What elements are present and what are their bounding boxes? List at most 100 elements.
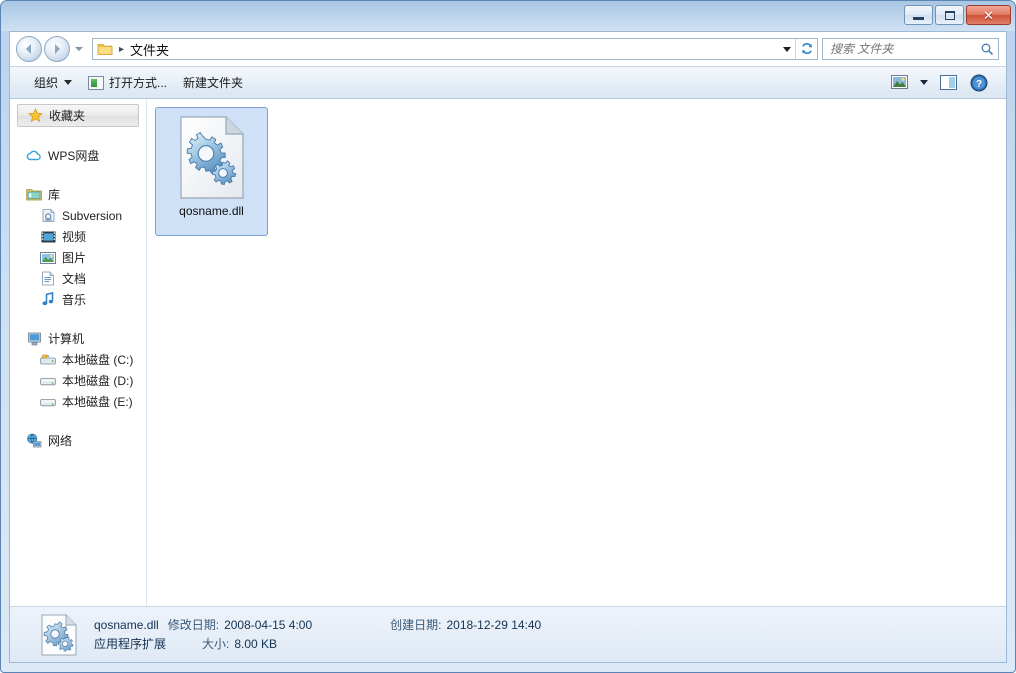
status-file-icon [40, 614, 78, 656]
address-bar-row: ▸ 文件夹 [10, 32, 1006, 66]
close-button[interactable]: ✕ [966, 5, 1011, 25]
sidebar-item-computer[interactable]: 计算机 [10, 328, 146, 349]
minimize-icon [913, 16, 924, 20]
file-list-pane[interactable]: qosname.dll [147, 99, 1006, 606]
forward-button[interactable] [44, 36, 70, 62]
search-input[interactable] [823, 42, 976, 56]
open-with-icon [88, 75, 105, 90]
maximize-button[interactable] [935, 5, 964, 25]
sidebar-label-videos: 视频 [62, 230, 87, 244]
sidebar-label-pictures: 图片 [62, 251, 87, 265]
toolbar: 组织 打开方式... 新建文件夹 ? [10, 66, 1006, 99]
sidebar-item-wps-cloud[interactable]: WPS网盘 [10, 145, 146, 166]
status-bar: qosname.dll 修改日期: 2008-04-15 4:00 创建日期: … [10, 606, 1006, 662]
maximize-icon [944, 10, 955, 20]
sidebar-item-drive-d[interactable]: 本地磁盘 (D:) [10, 370, 146, 391]
status-created-label: 创建日期: [390, 617, 442, 632]
dll-gear-icon [178, 116, 246, 200]
subversion-icon [40, 208, 56, 224]
sidebar-item-libraries[interactable]: 库 [10, 184, 146, 205]
back-button[interactable] [16, 36, 42, 62]
search-box[interactable] [822, 38, 999, 60]
close-icon: ✕ [983, 7, 994, 23]
status-file-type: 应用程序扩展 [94, 636, 167, 651]
sidebar-item-pictures[interactable]: 图片 [10, 247, 146, 268]
breadcrumb-separator: ▸ [119, 43, 125, 55]
change-view-button[interactable] [886, 71, 913, 95]
back-arrow-icon [26, 44, 31, 54]
toolbar-right-group: ? [886, 71, 993, 95]
new-folder-button[interactable]: 新建文件夹 [175, 71, 251, 95]
preview-pane-icon [940, 74, 957, 90]
address-dropdown-button[interactable] [778, 39, 795, 59]
nav-spacer-4 [10, 412, 146, 430]
help-icon: ? [970, 74, 988, 91]
folder-icon [97, 42, 113, 56]
sidebar-item-network[interactable]: 网络 [10, 430, 146, 451]
sidebar-label-drive-e: 本地磁盘 (E:) [62, 395, 133, 409]
refresh-icon [801, 43, 812, 55]
status-modified-value: 2008-04-15 4:00 [224, 617, 313, 632]
sidebar-label-libraries: 库 [48, 188, 61, 202]
search-icon[interactable] [976, 42, 998, 56]
pictures-icon [40, 250, 56, 266]
sidebar-label-wps-cloud: WPS网盘 [48, 149, 100, 163]
status-created-value: 2018-12-29 14:40 [446, 617, 542, 632]
file-item[interactable]: qosname.dll [155, 107, 268, 236]
refresh-button[interactable] [795, 39, 817, 59]
sidebar-label-favorites: 收藏夹 [49, 109, 86, 123]
status-size-value: 8.00 KB [234, 636, 278, 651]
new-folder-label: 新建文件夹 [183, 76, 244, 90]
minimize-button[interactable] [904, 5, 933, 25]
sidebar-item-music[interactable]: 音乐 [10, 289, 146, 310]
sidebar-item-drive-c[interactable]: 本地磁盘 (C:) [10, 349, 146, 370]
system-drive-icon [40, 352, 56, 368]
navigation-buttons [16, 36, 83, 62]
computer-icon [26, 331, 42, 347]
sidebar-item-subversion[interactable]: Subversion [10, 205, 146, 226]
organize-label: 组织 [34, 76, 59, 90]
navigation-pane[interactable]: 收藏夹 WPS网盘 库 Subversion 视频 图片 文档 音乐 计算机 本… [10, 99, 147, 606]
sidebar-item-drive-e[interactable]: 本地磁盘 (E:) [10, 391, 146, 412]
status-details: qosname.dll 修改日期: 2008-04-15 4:00 创建日期: … [94, 616, 541, 654]
sidebar-item-videos[interactable]: 视频 [10, 226, 146, 247]
view-dropdown-button[interactable] [920, 80, 928, 85]
main-body: 收藏夹 WPS网盘 库 Subversion 视频 图片 文档 音乐 计算机 本… [10, 99, 1006, 606]
nav-spacer-3 [10, 310, 146, 328]
sidebar-label-computer: 计算机 [48, 332, 85, 346]
sidebar-label-music: 音乐 [62, 293, 87, 307]
sidebar-label-subversion: Subversion [62, 208, 123, 223]
drive-icon [40, 373, 56, 389]
nav-spacer-1 [10, 127, 146, 145]
sidebar-label-documents: 文档 [62, 272, 87, 286]
sidebar-label-drive-c: 本地磁盘 (C:) [62, 353, 134, 367]
music-icon [40, 292, 56, 308]
video-icon [40, 229, 56, 245]
open-with-button[interactable]: 打开方式... [80, 71, 175, 95]
status-size-label: 大小: [202, 636, 230, 651]
address-bar[interactable]: ▸ 文件夹 [92, 38, 818, 60]
breadcrumb-path[interactable]: 文件夹 [130, 40, 169, 59]
organize-button[interactable]: 组织 [26, 71, 80, 95]
drive-icon [40, 394, 56, 410]
cloud-icon [26, 148, 42, 164]
network-icon [26, 433, 42, 449]
window-inner-frame: ▸ 文件夹 搜索 文件夹 组织 打开方式... 新建文件夹 ? 收藏夹 WPS网… [9, 31, 1007, 663]
title-bar: ✕ [1, 1, 1015, 31]
status-file-name: qosname.dll [94, 617, 159, 632]
sidebar-item-favorites[interactable]: 收藏夹 [17, 104, 139, 127]
view-mode-icon [891, 75, 908, 89]
sidebar-label-network: 网络 [48, 434, 73, 448]
help-button[interactable]: ? [965, 71, 993, 95]
documents-icon [40, 271, 56, 287]
sidebar-item-documents[interactable]: 文档 [10, 268, 146, 289]
explorer-window: ✕ ▸ 文件夹 搜索 文件夹 组织 打开方式... 新建文件夹 ? 收藏夹 WP… [0, 0, 1016, 673]
forward-arrow-icon [55, 44, 60, 54]
library-icon [26, 187, 42, 203]
preview-pane-button[interactable] [935, 71, 963, 95]
status-line-1: qosname.dll 修改日期: 2008-04-15 4:00 创建日期: … [94, 616, 541, 635]
star-icon [27, 108, 43, 124]
file-label: qosname.dll [179, 204, 244, 218]
svg-text:?: ? [976, 79, 982, 90]
recent-locations-button[interactable] [75, 47, 83, 51]
